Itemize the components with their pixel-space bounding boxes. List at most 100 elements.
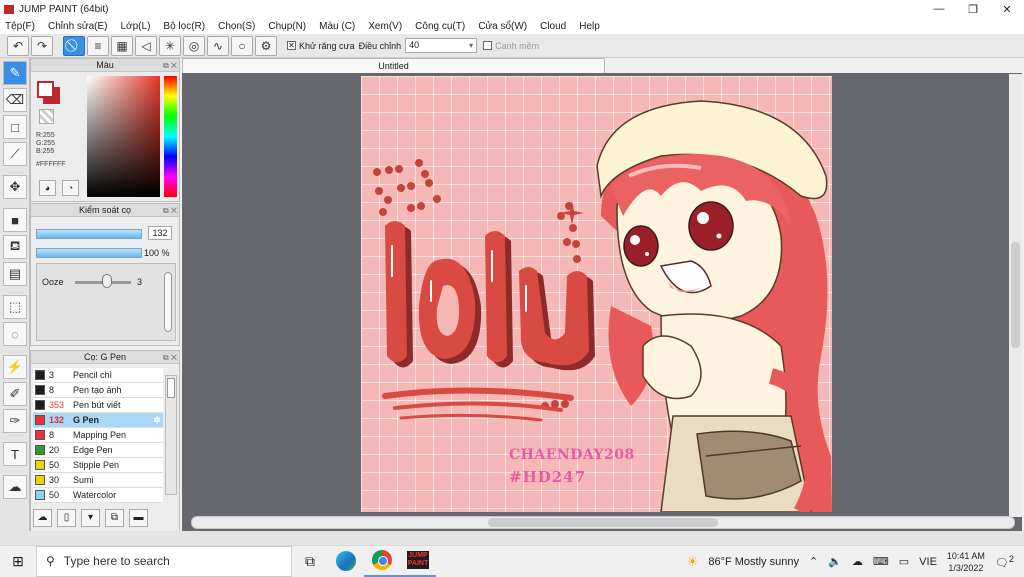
menu-edit[interactable]: Chỉnh sửa(E) [48, 21, 108, 32]
snap-vanish-icon[interactable]: ◁ [135, 35, 157, 56]
menu-window[interactable]: Cửa sổ(W) [478, 21, 527, 32]
notification-icon[interactable]: 🗨2 [995, 554, 1014, 570]
menu-layer[interactable]: Lớp(L) [121, 21, 151, 32]
drawing-canvas[interactable]: CHAENDAY208 #HD247 [361, 76, 832, 512]
new-brush-icon[interactable]: ▯ [57, 509, 76, 527]
move-tool-icon[interactable]: ✥ [3, 175, 27, 199]
line-tool-icon[interactable]: ⟋ [3, 142, 27, 166]
menu-help[interactable]: Help [579, 21, 600, 32]
brush-size-slider[interactable] [36, 229, 142, 239]
onedrive-icon[interactable]: ☁ [852, 555, 863, 568]
display-icon[interactable]: ▭ [899, 555, 909, 568]
gradient-tool-icon[interactable]: ▤ [3, 262, 27, 286]
menu-color[interactable]: Màu (C) [319, 21, 355, 32]
menu-filter[interactable]: Bộ lọc(R) [163, 21, 205, 32]
hue-slider[interactable] [164, 76, 177, 197]
menu-file[interactable]: Tệp(F) [5, 21, 35, 32]
brush-size: 30 [49, 475, 60, 485]
brush-list-item[interactable]: 132 G Pen ✲ [33, 413, 163, 428]
brush-color-swatch [35, 490, 45, 500]
snap-grid-icon[interactable]: ▦ [111, 35, 133, 56]
windows-start-icon[interactable]: ⊞ [0, 553, 36, 570]
weather-sun-icon[interactable]: ☀ [687, 554, 699, 570]
panel-close-icon[interactable]: ⧉ ✕ [163, 352, 177, 364]
jump-paint-taskbar-icon[interactable]: JUMP PAINT [400, 546, 436, 577]
lasso-tool-icon[interactable]: ◌ [3, 322, 27, 346]
brush-list-item[interactable]: 30 Sumi [33, 473, 163, 488]
select-eraser-icon[interactable]: ✑ [3, 409, 27, 433]
ooze-slider-knob[interactable] [102, 274, 112, 288]
redo-icon[interactable]: ↷ [31, 35, 53, 56]
snap-curve-icon[interactable]: ∿ [207, 35, 229, 56]
document-tab[interactable]: Untitled [182, 58, 605, 73]
blue-value: B:255 [36, 148, 55, 155]
close-button[interactable]: ✕ [990, 0, 1024, 18]
brush-size-value[interactable]: 132 [148, 226, 172, 240]
menu-cloud[interactable]: Cloud [540, 21, 566, 32]
volume-icon[interactable]: 🔈 [828, 555, 842, 568]
menu-select[interactable]: Chọn(S) [218, 21, 255, 32]
palette-edit-icon[interactable]: ◔ [62, 180, 79, 196]
snap-circle-icon[interactable]: ○ [231, 35, 253, 56]
snap-settings-icon[interactable]: ⚙ [255, 35, 277, 56]
brush-list-item[interactable]: 50 Stipple Pen [33, 458, 163, 473]
magic-wand-icon[interactable]: ⚡ [3, 355, 27, 379]
brush-settings-icon[interactable]: ✲ [153, 415, 161, 426]
fill-rect-tool-icon[interactable]: ■ [3, 208, 27, 232]
foreground-color-swatch[interactable] [37, 81, 54, 98]
menu-bar: Tệp(F) Chỉnh sửa(E) Lớp(L) Bộ lọc(R) Chọ… [0, 18, 1024, 34]
snap-concentric-icon[interactable]: ◎ [183, 35, 205, 56]
brush-list-item[interactable]: 353 Pen bút viết [33, 398, 163, 413]
menu-capture[interactable]: Chụp(N) [268, 21, 306, 32]
system-clock[interactable]: 10:41 AM 1/3/2022 [947, 550, 985, 574]
brush-size: 8 [49, 430, 55, 440]
brush-size: 20 [49, 445, 60, 455]
edge-browser-icon[interactable] [328, 546, 364, 577]
text-tool-icon[interactable]: T [3, 442, 27, 466]
brush-copy-icon[interactable]: ⧉ [105, 509, 124, 527]
restore-button[interactable]: ❐ [956, 0, 990, 18]
palette-icon[interactable]: ◕ [39, 180, 56, 196]
chrome-browser-icon[interactable] [364, 546, 400, 577]
select-tool-icon[interactable]: ⬚ [3, 295, 27, 319]
menu-tools[interactable]: Công cụ(T) [415, 21, 465, 32]
panel-close-icon[interactable]: ⧉ ✕ [163, 205, 177, 217]
brush-opacity-slider[interactable] [36, 248, 142, 258]
saturation-value-picker[interactable] [87, 76, 160, 197]
antialias-checkbox[interactable]: ✕ [287, 41, 296, 50]
minimize-button[interactable]: — [922, 0, 956, 18]
horizontal-scrollbar[interactable] [191, 516, 1015, 529]
snap-radial-icon[interactable]: ✳ [159, 35, 181, 56]
weather-text[interactable]: 86°F Mostly sunny [708, 556, 799, 568]
select-pen-icon[interactable]: ✐ [3, 382, 27, 406]
adjust-select[interactable]: 40 [405, 38, 478, 53]
brush-list-item[interactable]: 8 Mapping Pen [33, 428, 163, 443]
brush-list-item[interactable]: 20 Edge Pen [33, 443, 163, 458]
keyboard-icon[interactable]: ⌨ [873, 555, 889, 568]
brush-list-item[interactable]: 8 Pen tạo ảnh [33, 383, 163, 398]
brush-menu-icon[interactable]: ▾ [81, 509, 100, 527]
bucket-tool-icon[interactable]: ⛾ [3, 235, 27, 259]
brush-list-item[interactable]: 3 Pencil chì [33, 368, 163, 383]
brush-list-scrollbar[interactable] [165, 375, 177, 495]
brush-folder-icon[interactable]: ▬ [129, 509, 148, 527]
eraser-tool-icon[interactable]: ⌫ [3, 88, 27, 112]
tray-chevron-icon[interactable]: ⌃ [809, 555, 818, 568]
panel-close-icon[interactable]: ⧉ ✕ [163, 60, 177, 72]
brush-list-item[interactable]: 50 Watercolor [33, 488, 163, 503]
menu-view[interactable]: Xem(V) [368, 21, 402, 32]
undo-icon[interactable]: ↶ [7, 35, 29, 56]
snap-parallel-icon[interactable]: ≡ [87, 35, 109, 56]
language-indicator[interactable]: VIE [919, 556, 937, 568]
task-view-icon[interactable]: ⧉ [292, 546, 328, 577]
smooth-checkbox[interactable] [483, 41, 493, 50]
transparent-swatch[interactable] [39, 109, 54, 124]
options-scrollbar[interactable] [164, 272, 172, 332]
brush-cloud-icon[interactable]: ☁ [33, 509, 52, 527]
cloud-tool-icon[interactable]: ☁ [3, 475, 27, 499]
taskbar-search-input[interactable]: ⚲ Type here to search [36, 545, 292, 577]
vertical-scrollbar[interactable] [1009, 74, 1022, 517]
rect-tool-icon[interactable]: □ [3, 115, 27, 139]
brush-tool-icon[interactable]: ✎ [3, 61, 27, 85]
snap-off-icon[interactable]: ⃠ [63, 35, 85, 56]
